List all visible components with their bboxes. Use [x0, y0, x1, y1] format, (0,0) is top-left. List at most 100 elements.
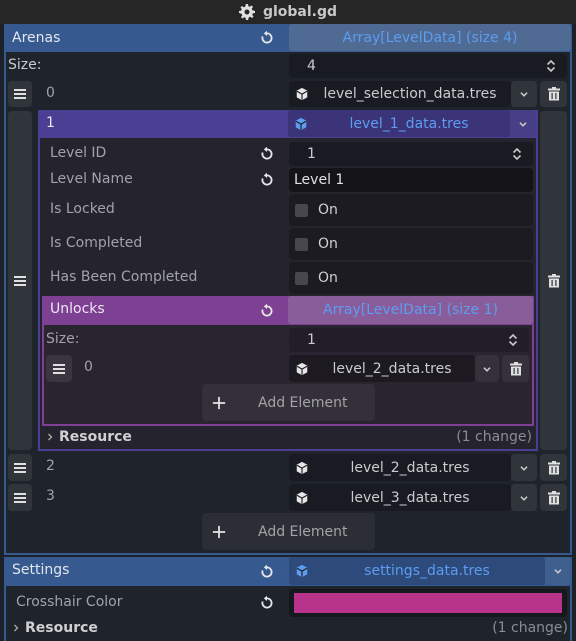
unlocks-size-label: Size: [46, 331, 80, 347]
revert-icon[interactable] [259, 146, 275, 162]
is-locked-label: Is Locked [50, 201, 115, 217]
level-id-label: Level ID [50, 145, 107, 161]
trash-icon [546, 86, 562, 102]
settings-resource-section[interactable]: Resource (1 change) [8, 618, 568, 638]
is-completed-toggle-label: On [318, 236, 338, 252]
level-name-input[interactable]: Level 1 [289, 168, 533, 192]
cube-icon [295, 362, 309, 376]
arenas-size-spinbox[interactable]: 4 [289, 54, 567, 78]
checkbox-box [295, 203, 308, 217]
gear-icon [239, 4, 255, 20]
inspector-title-bar: global.gd [0, 0, 576, 24]
window-title: global.gd [262, 4, 338, 20]
is-completed-label: Is Completed [50, 235, 143, 251]
unlocks-resource-name-0: level_2_data.tres [332, 360, 452, 377]
unlocks-size-spinbox[interactable]: 1 [289, 328, 529, 352]
has-been-completed-toggle-label: On [318, 270, 338, 286]
item-1-resource-section[interactable]: Resource (1 change) [42, 427, 532, 447]
unlocks-add-element-button[interactable]: Add Element [202, 384, 375, 421]
drag-handle-3[interactable] [8, 484, 32, 511]
arenas-add-element-button[interactable]: Add Element [202, 513, 375, 550]
chevron-down-icon [516, 117, 530, 131]
revert-icon[interactable] [259, 595, 275, 611]
drag-handle-0[interactable] [8, 81, 32, 107]
settings-resource-dropdown[interactable] [545, 557, 571, 585]
menu-icon [51, 361, 67, 377]
chevron-right-icon [10, 622, 22, 634]
settings-resource-name: settings_data.tres [364, 563, 490, 579]
checkbox-box [295, 271, 308, 285]
unlocks-resource-dropdown-0[interactable] [475, 355, 499, 382]
resource-dropdown-0[interactable] [511, 81, 537, 107]
is-locked-toggle-label: On [318, 202, 338, 218]
trash-icon [546, 460, 562, 476]
chevron-down-icon [480, 362, 494, 376]
resource-dropdown-3[interactable] [511, 484, 537, 511]
revert-icon[interactable] [259, 172, 275, 188]
is-completed-checkbox[interactable]: On [289, 228, 533, 260]
resource-picker-1[interactable]: level_1_data.tres [288, 110, 510, 137]
unlocks-resource-picker-0[interactable]: level_2_data.tres [289, 355, 475, 382]
settings-resource-changes: (1 change) [492, 620, 568, 636]
chevron-down-icon [517, 491, 531, 505]
trash-icon [546, 273, 562, 289]
arenas-add-element-label: Add Element [258, 523, 348, 540]
resource-dropdown-1[interactable] [510, 110, 536, 137]
unlocks-header[interactable]: Unlocks Array[LevelData] (size 1) [42, 296, 534, 325]
unlocks-label: Unlocks [50, 301, 105, 317]
cube-icon [295, 564, 309, 578]
delete-button-1[interactable] [540, 111, 567, 450]
is-locked-checkbox[interactable]: On [289, 194, 533, 226]
resource-name-1: level_1_data.tres [349, 115, 469, 132]
menu-icon [12, 490, 28, 506]
unlocks-add-element-label: Add Element [258, 394, 348, 411]
unlocks-drag-handle-0[interactable] [46, 355, 72, 382]
revert-icon[interactable] [259, 564, 275, 580]
item-index-3: 3 [46, 488, 55, 504]
level-id-value: 1 [307, 146, 316, 162]
cube-icon [295, 87, 309, 101]
level-id-spinbox[interactable]: 1 [289, 142, 533, 166]
revert-icon[interactable] [259, 30, 275, 46]
chevron-down-icon [517, 87, 531, 101]
revert-icon[interactable] [259, 303, 275, 319]
resource-dropdown-2[interactable] [511, 454, 537, 481]
delete-button-2[interactable] [540, 454, 567, 481]
item-1-header[interactable]: 1 level_1_data.tres [38, 110, 538, 138]
level-name-label: Level Name [50, 171, 133, 187]
menu-icon [12, 86, 28, 102]
unlocks-size-value: 1 [307, 332, 316, 348]
resource-picker-2[interactable]: level_2_data.tres [289, 454, 511, 481]
arenas-size-value: 4 [307, 58, 316, 74]
unlocks-array-button[interactable]: Array[LevelData] (size 1) [288, 296, 533, 324]
unlocks-array-type: Array[LevelData] (size 1) [323, 302, 498, 318]
up-down-icon[interactable] [543, 58, 559, 74]
settings-resource-label: Resource [25, 620, 98, 636]
arenas-array-button[interactable]: Array[LevelData] (size 4) [289, 24, 571, 51]
unlocks-delete-button-0[interactable] [502, 355, 529, 382]
drag-handle-2[interactable] [8, 454, 32, 481]
resource-name-3: level_3_data.tres [350, 489, 470, 506]
settings-resource-picker[interactable]: settings_data.tres [289, 557, 545, 585]
arenas-array-type: Array[LevelData] (size 4) [342, 29, 518, 46]
resource-picker-0[interactable]: level_selection_data.tres [289, 81, 511, 107]
arenas-label: Arenas [12, 30, 61, 46]
drag-handle-1[interactable] [8, 111, 32, 450]
chevron-right-icon [44, 431, 56, 443]
crosshair-color-swatch [294, 593, 562, 613]
settings-header[interactable]: Settings settings_data.tres [4, 557, 572, 586]
crosshair-color-picker[interactable] [289, 589, 567, 617]
settings-label: Settings [12, 562, 70, 578]
delete-button-0[interactable] [540, 81, 567, 107]
delete-button-3[interactable] [540, 484, 567, 511]
up-down-icon[interactable] [505, 332, 521, 348]
chevron-down-icon [551, 564, 565, 578]
up-down-icon[interactable] [509, 146, 525, 162]
arenas-header[interactable]: Arenas Array[LevelData] (size 4) [4, 24, 572, 52]
chevron-down-icon [517, 461, 531, 475]
item-1-resource-label: Resource [59, 429, 132, 445]
plus-icon [212, 525, 226, 539]
arenas-size-label: Size: [8, 57, 42, 73]
has-been-completed-checkbox[interactable]: On [289, 262, 533, 294]
resource-picker-3[interactable]: level_3_data.tres [289, 484, 511, 511]
